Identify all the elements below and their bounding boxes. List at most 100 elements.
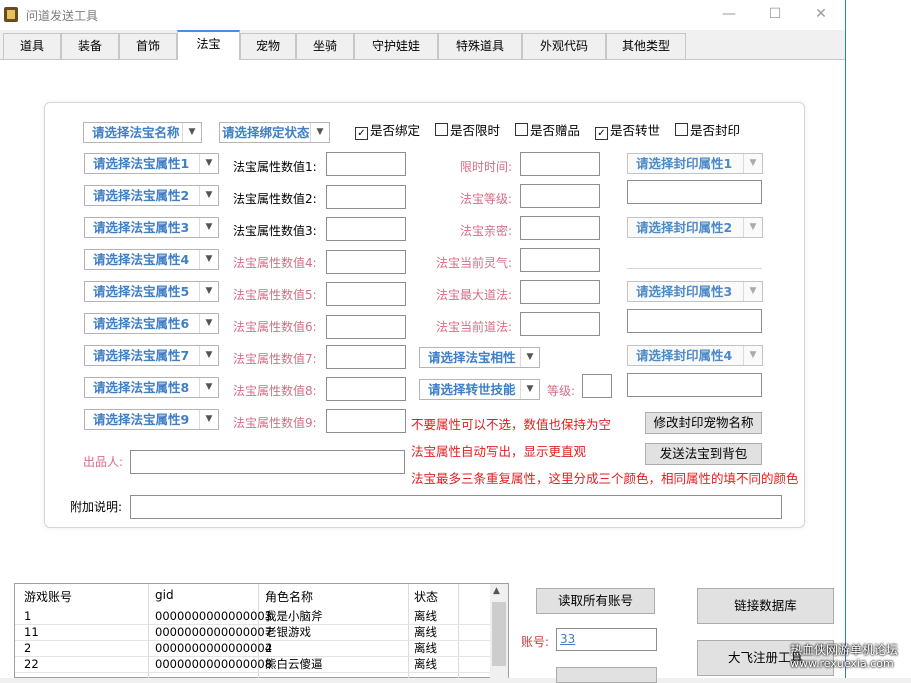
fabao-attr-value-input-5[interactable]: [326, 282, 406, 306]
seal-attr-select-2[interactable]: 请选择封印属性2 ▼: [627, 217, 763, 238]
cell-role[interactable]: 熊白云傻逼: [265, 656, 323, 672]
fabao-stat-input-3[interactable]: [520, 216, 600, 240]
fabao-name-select[interactable]: 请选择法宝名称 ▼: [83, 122, 202, 143]
zhuanshi-skill-select[interactable]: 请选择转世技能 ▼: [419, 379, 540, 400]
cell-account[interactable]: 1: [24, 608, 31, 624]
column-header-gid[interactable]: gid: [155, 588, 174, 602]
fabao-attr-select-5[interactable]: 请选择法宝属性5 ▼: [84, 281, 219, 302]
fabao-attr-select-label: 请选择法宝属性2: [93, 188, 190, 203]
column-header-status[interactable]: 状态: [414, 588, 438, 605]
fabao-attr-select-9[interactable]: 请选择法宝属性9 ▼: [84, 409, 219, 430]
fabao-stat-input-2[interactable]: [520, 184, 600, 208]
checkbox-sealed-label: 是否封印: [690, 123, 741, 138]
fabao-attr-select-1[interactable]: 请选择法宝属性1 ▼: [84, 153, 219, 174]
fabao-attr-select-3[interactable]: 请选择法宝属性3 ▼: [84, 217, 219, 238]
fabao-attr-value-input-4[interactable]: [326, 250, 406, 274]
send-fabao-button[interactable]: 发送法宝到背包: [645, 443, 762, 465]
checkbox-gift-label: 是否赠品: [530, 123, 581, 138]
fabao-stat-input-5[interactable]: [520, 280, 600, 304]
seal-attr-select-3[interactable]: 请选择封印属性3 ▼: [627, 281, 763, 302]
tab-appearance-code[interactable]: 外观代码: [522, 33, 606, 59]
cell-role[interactable]: 我是小脑斧: [265, 608, 323, 624]
account-input[interactable]: 33: [556, 628, 657, 651]
checkbox-timed[interactable]: 是否限时: [435, 123, 500, 139]
tab-pet[interactable]: 宠物: [240, 33, 296, 59]
cell-account[interactable]: 11: [24, 624, 39, 640]
row-divider: [15, 672, 493, 673]
scrollbar-thumb[interactable]: [492, 602, 506, 666]
cell-gid[interactable]: 0000000000000003: [155, 608, 272, 624]
seal-attr-select-1[interactable]: 请选择封印属性1 ▼: [627, 153, 763, 174]
fabao-attr-select-4[interactable]: 请选择法宝属性4 ▼: [84, 249, 219, 270]
checkbox-bound[interactable]: ✓ 是否绑定: [355, 123, 420, 140]
cell-account[interactable]: 22: [24, 656, 39, 672]
tab-jewelry[interactable]: 首饰: [119, 33, 177, 59]
column-header-role[interactable]: 角色名称: [265, 588, 313, 605]
cell-gid[interactable]: 0000000000000008: [155, 656, 272, 672]
column-divider: [148, 584, 149, 678]
cell-status[interactable]: 离线: [414, 608, 437, 624]
fabao-attr-select-label: 请选择法宝属性1: [93, 156, 190, 171]
fabao-name-select-label: 请选择法宝名称: [92, 125, 180, 140]
fabao-attr-select-label: 请选择法宝属性6: [93, 316, 190, 331]
fabao-attr-value-input-3[interactable]: [326, 217, 406, 241]
maximize-icon[interactable]: ☐: [760, 4, 790, 26]
app-icon: [4, 7, 18, 22]
chevron-down-icon: ▼: [520, 348, 539, 367]
connect-database-button[interactable]: 链接数据库: [697, 588, 834, 624]
fabao-stat-input-1[interactable]: [520, 152, 600, 176]
fabao-attr-select-label: 请选择法宝属性3: [93, 220, 190, 235]
cell-gid[interactable]: 0000000000000007: [155, 624, 272, 640]
minimize-icon[interactable]: —: [714, 4, 744, 26]
cell-account[interactable]: 2: [24, 640, 31, 656]
extra-desc-label: 附加说明:: [70, 500, 123, 514]
fabao-attr-value-input-7[interactable]: [326, 345, 406, 369]
tab-mount[interactable]: 坐骑: [296, 33, 354, 59]
read-all-accounts-button[interactable]: 读取所有账号: [536, 588, 655, 614]
fabao-attr-select-8[interactable]: 请选择法宝属性8 ▼: [84, 377, 219, 398]
fabao-attr-select-label: 请选择法宝属性8: [93, 380, 190, 395]
tab-equipment[interactable]: 装备: [61, 33, 119, 59]
tab-special-items[interactable]: 特殊道具: [438, 33, 522, 59]
fabao-attr-value-input-8[interactable]: [326, 377, 406, 401]
fabao-attr-value-input-6[interactable]: [326, 315, 406, 339]
tab-items[interactable]: 道具: [3, 33, 61, 59]
checkbox-gift[interactable]: 是否赠品: [515, 123, 580, 139]
cell-status[interactable]: 离线: [414, 624, 437, 640]
cell-role[interactable]: 老银游戏: [265, 624, 311, 640]
column-header-account[interactable]: 游戏账号: [24, 588, 72, 605]
close-icon[interactable]: ✕: [806, 4, 836, 26]
checkbox-reincarnation[interactable]: ✓ 是否转世: [595, 123, 660, 140]
tab-guardian[interactable]: 守护娃娃: [354, 33, 438, 59]
producer-input[interactable]: [130, 450, 405, 474]
modify-seal-pet-name-button[interactable]: 修改封印宠物名称: [645, 412, 762, 434]
fabao-attr-select-6[interactable]: 请选择法宝属性6 ▼: [84, 313, 219, 334]
checkbox-sealed[interactable]: 是否封印: [675, 123, 740, 139]
fabao-attr-value-label-2: 法宝属性数值2:: [233, 192, 317, 206]
fabao-xiangxing-select[interactable]: 请选择法宝相性 ▼: [419, 347, 540, 368]
fabao-attr-value-input-2[interactable]: [326, 185, 406, 209]
level-input[interactable]: [582, 374, 612, 398]
tab-fabao[interactable]: 法宝: [177, 30, 240, 60]
fabao-stat-label-4: 法宝当前灵气:: [435, 256, 512, 270]
seal-value-input-4[interactable]: [627, 373, 762, 397]
cell-status[interactable]: 离线: [414, 656, 437, 672]
fabao-stat-input-4[interactable]: [520, 248, 600, 272]
fabao-attr-value-label-6: 法宝属性数值6:: [233, 320, 317, 334]
fabao-attr-select-2[interactable]: 请选择法宝属性2 ▼: [84, 185, 219, 206]
fabao-stat-input-6[interactable]: [520, 312, 600, 336]
seal-value-input-3[interactable]: [627, 309, 762, 333]
bind-status-select[interactable]: 请选择绑定状态 ▼: [219, 122, 330, 143]
extra-desc-input[interactable]: [130, 495, 782, 519]
seal-value-input-1[interactable]: [627, 180, 762, 204]
tab-other-types[interactable]: 其他类型: [606, 33, 686, 59]
seal-attr-select-4[interactable]: 请选择封印属性4 ▼: [627, 345, 763, 366]
cell-status[interactable]: 离线: [414, 640, 437, 656]
fabao-attr-value-input-1[interactable]: [326, 152, 406, 176]
cell-role[interactable]: 2: [265, 640, 272, 656]
cell-gid[interactable]: 0000000000000004: [155, 640, 272, 656]
fabao-attr-select-7[interactable]: 请选择法宝属性7 ▼: [84, 345, 219, 366]
secondary-button[interactable]: [556, 667, 657, 683]
scroll-up-icon[interactable]: ▲: [493, 586, 500, 596]
fabao-attr-value-input-9[interactable]: [326, 409, 406, 433]
